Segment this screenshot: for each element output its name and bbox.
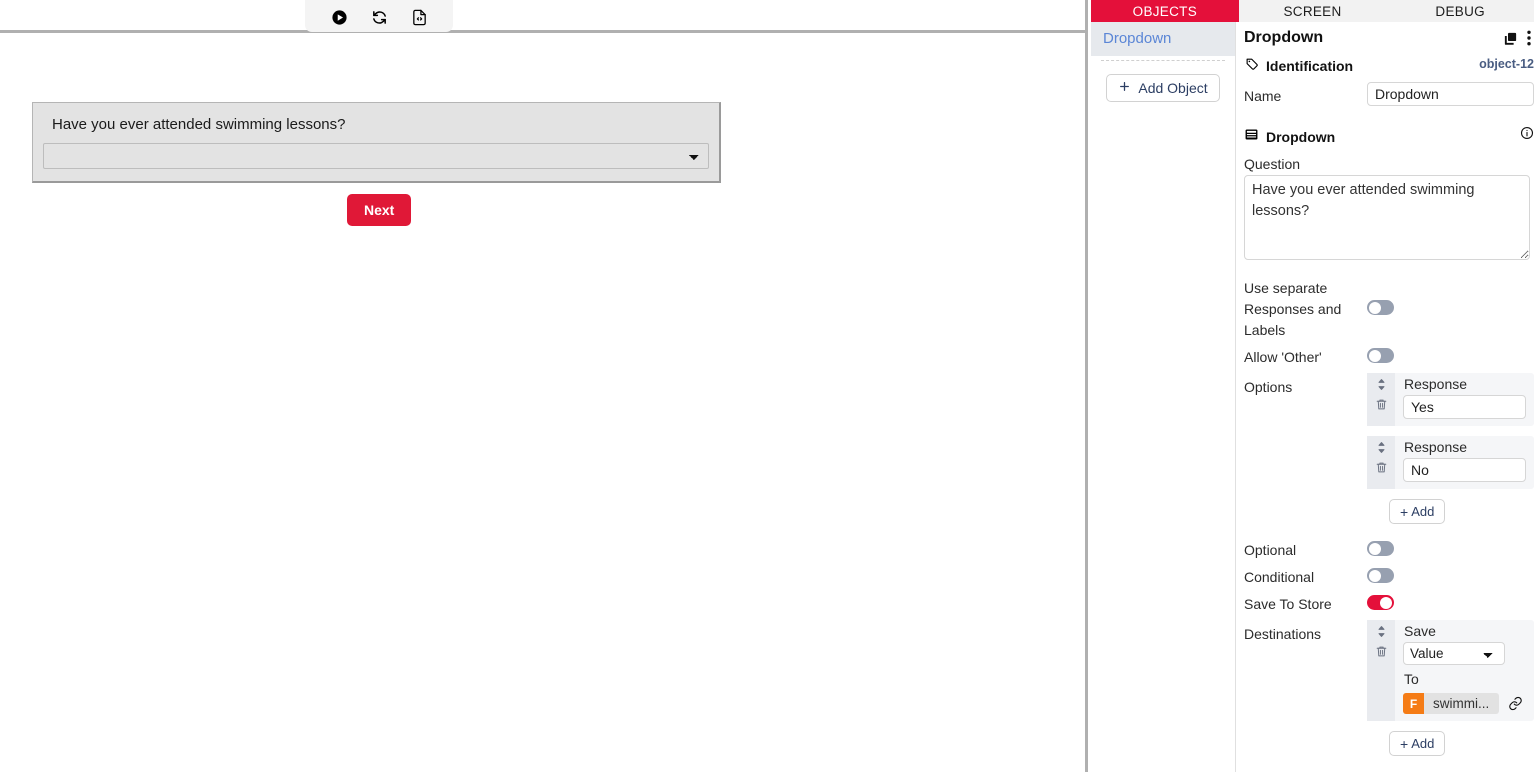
save-to-store-row: Save To Store bbox=[1244, 590, 1534, 615]
next-button[interactable]: Next bbox=[347, 194, 412, 226]
plus-icon bbox=[1118, 80, 1131, 96]
toggle-knob bbox=[1369, 349, 1381, 362]
editor-body: Dropdown Add Object Dropdown Identificat… bbox=[1091, 22, 1534, 772]
options-row: Options Response Yes Response No + Add bbox=[1244, 373, 1534, 524]
option-value-input[interactable] bbox=[1403, 458, 1526, 482]
add-option-button[interactable]: + Add bbox=[1389, 499, 1446, 524]
object-list: Dropdown Add Object bbox=[1091, 22, 1236, 772]
conditional-row: Conditional bbox=[1244, 563, 1534, 588]
destination-field-chip[interactable]: F swimmi... bbox=[1403, 693, 1500, 714]
name-label: Name bbox=[1244, 88, 1282, 104]
plus-icon: + bbox=[1400, 503, 1409, 520]
dropdown-section-label: Dropdown bbox=[1266, 129, 1336, 145]
form-question-label: Have you ever attended swimming lessons? bbox=[52, 116, 346, 133]
delete-icon[interactable] bbox=[1375, 645, 1388, 658]
preview-toolbar bbox=[305, 0, 453, 32]
destination-save-caption: Save bbox=[1404, 623, 1436, 639]
object-id: object-12 bbox=[1479, 57, 1534, 71]
reorder-icon[interactable] bbox=[1375, 441, 1388, 454]
use-separate-toggle[interactable] bbox=[1367, 300, 1394, 315]
dropdown-section-header: Dropdown bbox=[1244, 125, 1534, 153]
option-caption: Response bbox=[1404, 439, 1468, 455]
option-caption: Response bbox=[1404, 376, 1468, 392]
field-badge: F bbox=[1403, 693, 1424, 714]
save-to-store-label: Save To Store bbox=[1244, 596, 1332, 612]
destination-gutter bbox=[1367, 620, 1395, 721]
optional-row: Optional bbox=[1244, 536, 1534, 561]
info-icon[interactable] bbox=[1520, 126, 1534, 140]
app-root: Have you ever attended swimming lessons?… bbox=[0, 0, 1534, 772]
allow-other-row: Allow 'Other' bbox=[1244, 343, 1534, 368]
name-input[interactable] bbox=[1367, 82, 1534, 106]
identification-label: Identification bbox=[1266, 58, 1354, 74]
object-list-divider bbox=[1101, 60, 1225, 61]
field-chip-label: swimmi... bbox=[1433, 696, 1490, 711]
delete-icon[interactable] bbox=[1375, 398, 1388, 411]
save-to-store-toggle[interactable] bbox=[1367, 595, 1394, 610]
option-gutter bbox=[1367, 373, 1395, 426]
reorder-icon[interactable] bbox=[1375, 625, 1388, 638]
optional-label: Optional bbox=[1244, 542, 1297, 558]
properties-panel: Dropdown Identification object-12 Name D… bbox=[1236, 22, 1534, 772]
tab-debug[interactable]: DEBUG bbox=[1386, 0, 1534, 22]
editor-pane: OBJECTS SCREEN DEBUG Dropdown Add Object bbox=[1091, 0, 1534, 772]
toggle-knob bbox=[1369, 301, 1381, 314]
plus-icon: + bbox=[1400, 735, 1409, 752]
properties-title-row: Dropdown bbox=[1244, 22, 1534, 54]
add-option-label: Add bbox=[1411, 504, 1435, 519]
add-object-label: Add Object bbox=[1138, 80, 1208, 96]
destinations-label: Destinations bbox=[1244, 626, 1322, 642]
destination-card: Save Value To F swimmi... bbox=[1367, 620, 1534, 721]
object-list-item-dropdown[interactable]: Dropdown bbox=[1091, 22, 1235, 56]
editor-tabbar: OBJECTS SCREEN DEBUG bbox=[1091, 0, 1534, 22]
conditional-label: Conditional bbox=[1244, 569, 1315, 585]
option-card: Response bbox=[1367, 436, 1534, 489]
code-file-icon[interactable] bbox=[409, 7, 429, 27]
destination-to-caption: To bbox=[1404, 671, 1419, 687]
allow-other-label: Allow 'Other' bbox=[1244, 349, 1322, 365]
options-label: Options bbox=[1244, 379, 1293, 395]
optional-toggle[interactable] bbox=[1367, 541, 1394, 556]
dropdown-widget-icon bbox=[1244, 127, 1259, 147]
use-separate-row: Use separate Responses and Labels bbox=[1244, 274, 1534, 341]
tag-icon bbox=[1244, 56, 1259, 76]
canvas-divider bbox=[0, 30, 1085, 33]
conditional-toggle[interactable] bbox=[1367, 568, 1394, 583]
question-field-group: Question Have you ever attended swimming… bbox=[1244, 153, 1534, 265]
delete-icon[interactable] bbox=[1375, 461, 1388, 474]
preview-pane: Have you ever attended swimming lessons?… bbox=[0, 0, 1088, 772]
question-label: Question bbox=[1244, 156, 1301, 172]
add-destination-label: Add bbox=[1411, 736, 1435, 751]
play-icon[interactable] bbox=[329, 7, 349, 27]
option-value-input[interactable] bbox=[1403, 395, 1526, 419]
link-icon[interactable] bbox=[1508, 696, 1523, 711]
more-options-icon[interactable] bbox=[1527, 30, 1531, 46]
use-separate-label: Use separate Responses and Labels bbox=[1244, 280, 1342, 338]
add-destination-button[interactable]: + Add bbox=[1389, 731, 1446, 756]
toggle-knob bbox=[1369, 542, 1381, 555]
refresh-icon[interactable] bbox=[369, 7, 389, 27]
destinations-list: Save Value To F swimmi... + Add bbox=[1367, 620, 1534, 756]
name-field-row: Name bbox=[1244, 82, 1534, 107]
identification-section-header: Identification object-12 bbox=[1244, 54, 1534, 82]
destinations-row: Destinations Save Value To F swimmi... +… bbox=[1244, 620, 1534, 756]
question-textarea[interactable]: Have you ever attended swimming lessons? bbox=[1244, 175, 1530, 260]
options-list: Response Yes Response No + Add bbox=[1367, 373, 1534, 524]
reorder-icon[interactable] bbox=[1375, 378, 1388, 391]
option-card: Response bbox=[1367, 373, 1534, 426]
toggle-knob bbox=[1380, 596, 1392, 609]
form-preview-card: Have you ever attended swimming lessons? bbox=[32, 102, 721, 183]
page-title: Dropdown bbox=[1244, 29, 1324, 46]
tab-screen[interactable]: SCREEN bbox=[1239, 0, 1387, 22]
allow-other-toggle[interactable] bbox=[1367, 348, 1394, 363]
destination-save-select[interactable]: Value bbox=[1403, 642, 1505, 665]
option-gutter bbox=[1367, 436, 1395, 489]
form-dropdown-select[interactable] bbox=[43, 143, 709, 169]
toggle-knob bbox=[1369, 569, 1381, 582]
add-object-button[interactable]: Add Object bbox=[1106, 74, 1220, 102]
tab-objects[interactable]: OBJECTS bbox=[1091, 0, 1239, 22]
duplicate-icon[interactable] bbox=[1503, 31, 1518, 46]
